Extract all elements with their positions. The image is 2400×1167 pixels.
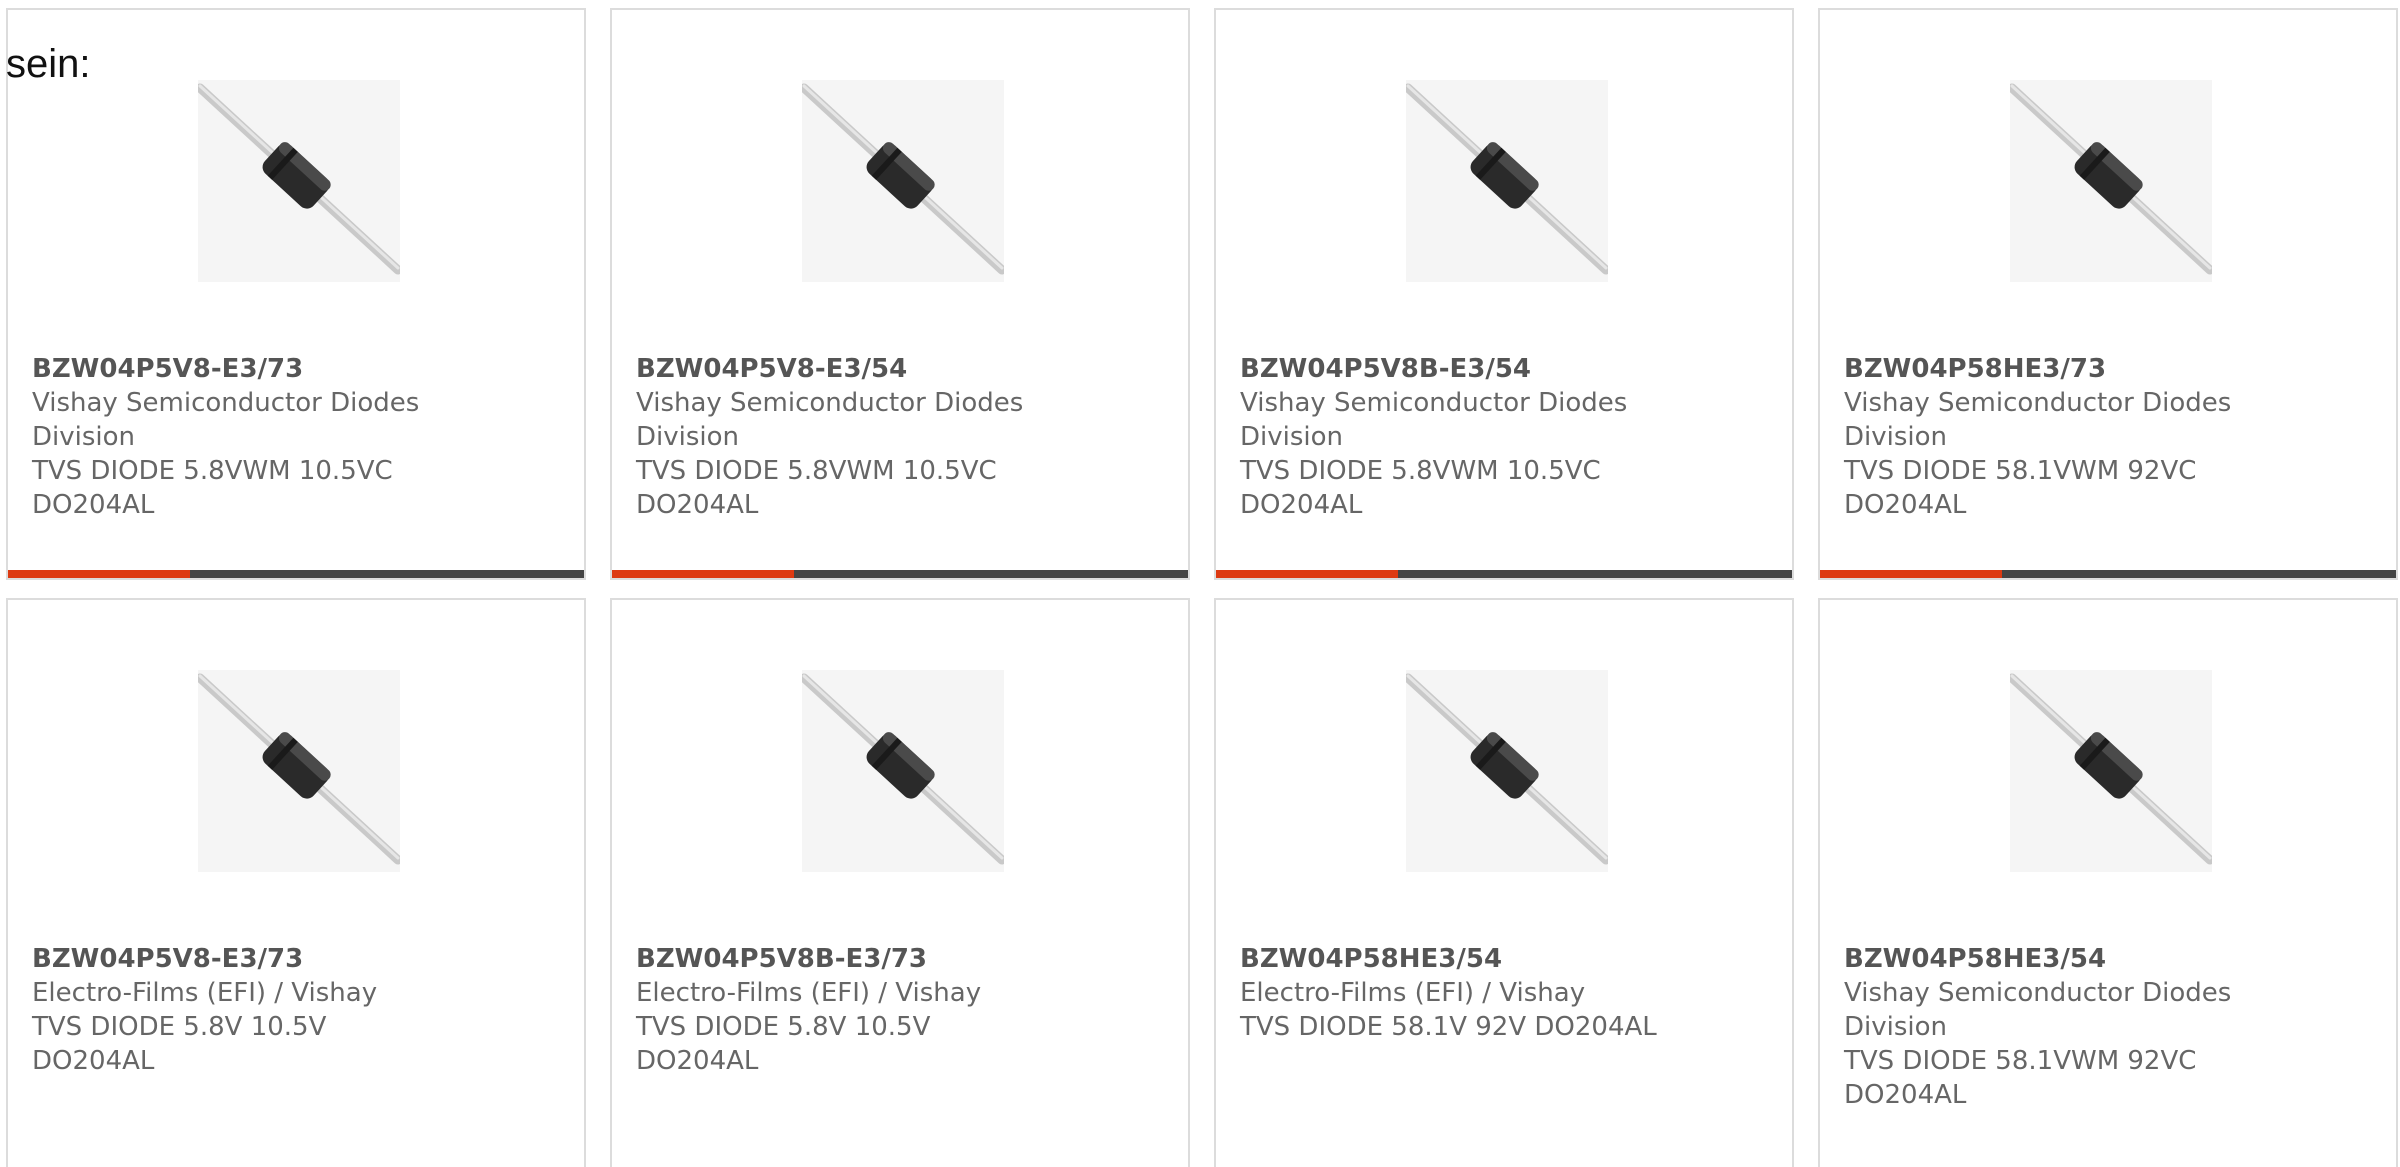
product-info: BZW04P5V8B-E3/73 Electro-Films (EFI) / V…	[636, 942, 1056, 1078]
product-info: BZW04P5V8-E3/54 Vishay Semiconductor Dio…	[636, 352, 1056, 522]
axial-diode-icon[interactable]	[1406, 80, 1608, 282]
card-bottom-bar	[1820, 570, 2396, 578]
part-number[interactable]: BZW04P5V8B-E3/73	[636, 942, 1056, 976]
description: TVS DIODE 58.1VWM 92VC DO204AL	[1844, 456, 2197, 520]
product-card[interactable]: BZW04P5V8B-E3/54 Vishay Semiconductor Di…	[1214, 8, 1794, 580]
manufacturer: Vishay Semiconductor Diodes Division	[636, 388, 1024, 452]
product-info: BZW04P5V8-E3/73 Vishay Semiconductor Dio…	[32, 352, 452, 522]
manufacturer: Electro-Films (EFI) / Vishay	[1240, 978, 1586, 1008]
card-bottom-bar	[1216, 570, 1792, 578]
manufacturer: Electro-Films (EFI) / Vishay	[636, 978, 982, 1008]
product-grid: BZW04P5V8-E3/73 Vishay Semiconductor Dio…	[0, 0, 2400, 1167]
product-info: BZW04P58HE3/54 Vishay Semiconductor Diod…	[1844, 942, 2264, 1112]
product-card[interactable]: BZW04P58HE3/54 Vishay Semiconductor Diod…	[1818, 598, 2398, 1167]
card-bottom-bar	[612, 570, 1188, 578]
part-number[interactable]: BZW04P5V8-E3/54	[636, 352, 1056, 386]
product-info: BZW04P58HE3/54 Electro-Films (EFI) / Vis…	[1240, 942, 1660, 1044]
page: BZW04P5V8-E3/73 Vishay Semiconductor Dio…	[0, 0, 2400, 1167]
product-card[interactable]: BZW04P58HE3/73 Vishay Semiconductor Diod…	[1818, 8, 2398, 580]
manufacturer: Vishay Semiconductor Diodes Division	[32, 388, 420, 452]
axial-diode-icon[interactable]	[2010, 670, 2212, 872]
manufacturer: Vishay Semiconductor Diodes Division	[1844, 978, 2232, 1042]
product-info: BZW04P58HE3/73 Vishay Semiconductor Diod…	[1844, 352, 2264, 522]
axial-diode-icon[interactable]	[198, 80, 400, 282]
description: TVS DIODE 5.8V 10.5V DO204AL	[636, 1012, 931, 1076]
part-number[interactable]: BZW04P5V8-E3/73	[32, 942, 452, 976]
product-card[interactable]: BZW04P5V8-E3/73 Electro-Films (EFI) / Vi…	[6, 598, 586, 1167]
card-accent-bar	[1820, 570, 2002, 578]
part-number[interactable]: BZW04P5V8-E3/73	[32, 352, 452, 386]
axial-diode-icon[interactable]	[802, 670, 1004, 872]
manufacturer: Vishay Semiconductor Diodes Division	[1240, 388, 1628, 452]
axial-diode-icon[interactable]	[198, 670, 400, 872]
manufacturer: Electro-Films (EFI) / Vishay	[32, 978, 378, 1008]
product-card[interactable]: BZW04P5V8-E3/73 Vishay Semiconductor Dio…	[6, 8, 586, 580]
part-number[interactable]: BZW04P5V8B-E3/54	[1240, 352, 1660, 386]
product-card[interactable]: BZW04P5V8B-E3/73 Electro-Films (EFI) / V…	[610, 598, 1190, 1167]
card-bottom-bar	[8, 570, 584, 578]
card-accent-bar	[1216, 570, 1398, 578]
description: TVS DIODE 5.8VWM 10.5VC DO204AL	[1240, 456, 1601, 520]
card-accent-bar	[612, 570, 794, 578]
axial-diode-icon[interactable]	[1406, 670, 1608, 872]
description: TVS DIODE 5.8V 10.5V DO204AL	[32, 1012, 327, 1076]
part-number[interactable]: BZW04P58HE3/54	[1844, 942, 2264, 976]
part-number[interactable]: BZW04P58HE3/54	[1240, 942, 1660, 976]
product-card[interactable]: BZW04P5V8-E3/54 Vishay Semiconductor Dio…	[610, 8, 1190, 580]
description: TVS DIODE 58.1V 92V DO204AL	[1240, 1012, 1657, 1042]
axial-diode-icon[interactable]	[2010, 80, 2212, 282]
product-card[interactable]: BZW04P58HE3/54 Electro-Films (EFI) / Vis…	[1214, 598, 1794, 1167]
intro-text: sein:	[6, 42, 91, 86]
description: TVS DIODE 58.1VWM 92VC DO204AL	[1844, 1046, 2197, 1110]
manufacturer: Vishay Semiconductor Diodes Division	[1844, 388, 2232, 452]
product-info: BZW04P5V8-E3/73 Electro-Films (EFI) / Vi…	[32, 942, 452, 1078]
product-info: BZW04P5V8B-E3/54 Vishay Semiconductor Di…	[1240, 352, 1660, 522]
part-number[interactable]: BZW04P58HE3/73	[1844, 352, 2264, 386]
description: TVS DIODE 5.8VWM 10.5VC DO204AL	[32, 456, 393, 520]
axial-diode-icon[interactable]	[802, 80, 1004, 282]
card-accent-bar	[8, 570, 190, 578]
description: TVS DIODE 5.8VWM 10.5VC DO204AL	[636, 456, 997, 520]
